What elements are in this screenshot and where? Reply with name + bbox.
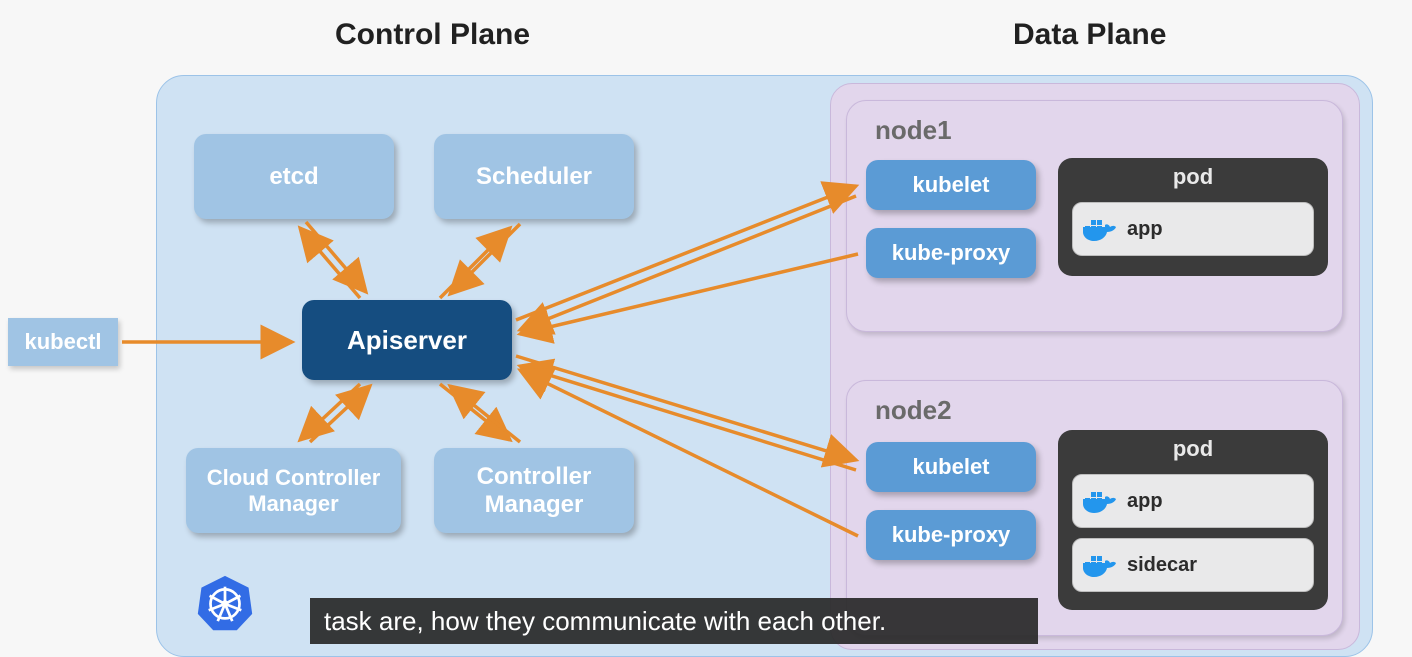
docker-icon [1083, 552, 1117, 578]
box-kubectl: kubectl [8, 318, 118, 366]
docker-icon [1083, 216, 1117, 242]
box-apiserver: Apiserver [302, 300, 512, 380]
node2-sidecar-label: sidecar [1127, 554, 1197, 577]
node1-kubelet: kubelet [866, 160, 1036, 210]
node1-pod-title: pod [1058, 164, 1328, 190]
node2-kube-proxy: kube-proxy [866, 510, 1036, 560]
diagram-stage: Control Plane Data Plane etcd Scheduler … [0, 0, 1412, 657]
node2-sidecar: sidecar [1072, 538, 1314, 592]
node2-pod-title: pod [1058, 436, 1328, 462]
heading-control-plane: Control Plane [335, 18, 530, 52]
node1-app: app [1072, 202, 1314, 256]
kubernetes-logo-icon [196, 574, 254, 632]
node2-title: node2 [875, 395, 952, 426]
docker-icon [1083, 488, 1117, 514]
node2-app: app [1072, 474, 1314, 528]
box-scheduler: Scheduler [434, 134, 634, 219]
node2-pod: pod app sidecar [1058, 430, 1328, 610]
node1-pod: pod app [1058, 158, 1328, 276]
heading-data-plane: Data Plane [1013, 18, 1166, 52]
node2-app-label: app [1127, 490, 1163, 513]
node1-kube-proxy: kube-proxy [866, 228, 1036, 278]
node2-kubelet: kubelet [866, 442, 1036, 492]
box-etcd: etcd [194, 134, 394, 219]
node1-title: node1 [875, 115, 952, 146]
box-cloud-controller-manager: Cloud Controller Manager [186, 448, 401, 533]
box-controller-manager: Controller Manager [434, 448, 634, 533]
node1-app-label: app [1127, 218, 1163, 241]
subtitle-caption: task are, how they communicate with each… [310, 598, 1038, 644]
